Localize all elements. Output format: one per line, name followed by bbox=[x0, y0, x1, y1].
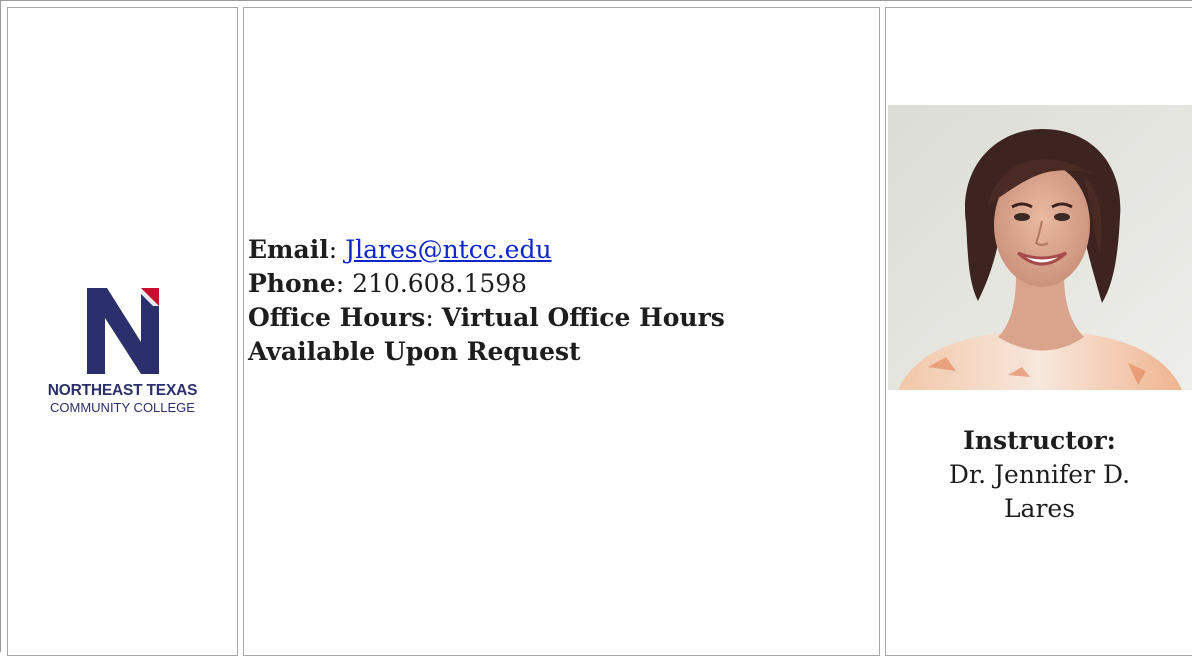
instructor-name-line2: Lares bbox=[1003, 494, 1076, 523]
portrait-image bbox=[888, 105, 1192, 390]
phone-label: Phone bbox=[248, 269, 336, 298]
instructor-name-line1: Dr. Jennifer D. bbox=[948, 460, 1131, 489]
email-link[interactable]: Jlares@ntcc.edu bbox=[345, 235, 552, 264]
logo-name-line1: NORTHEAST TEXAS bbox=[47, 382, 198, 399]
phone-value: 210.608.1598 bbox=[352, 269, 528, 298]
college-logo: NORTHEAST TEXAS COMMUNITY COLLEGE bbox=[8, 284, 237, 415]
instructor-label: Instructor: bbox=[963, 426, 1116, 455]
logo-name-line2: COMMUNITY COLLEGE bbox=[50, 400, 195, 415]
instructor-info: Instructor: Dr. Jennifer D. Lares bbox=[886, 424, 1192, 526]
instructor-photo bbox=[888, 105, 1192, 390]
header-table: NORTHEAST TEXAS COMMUNITY COLLEGE Email:… bbox=[0, 0, 1192, 656]
email-row: Email: Jlares@ntcc.edu bbox=[248, 235, 552, 264]
contact-cell: Email: Jlares@ntcc.edu Phone: 210.608.15… bbox=[243, 7, 880, 656]
phone-row: Phone: 210.608.1598 bbox=[248, 269, 528, 298]
instructor-cell: Instructor: Dr. Jennifer D. Lares bbox=[885, 7, 1192, 656]
office-hours-value: Virtual Office Hours bbox=[441, 303, 725, 332]
office-hours-row-2: Available Upon Request bbox=[248, 335, 725, 369]
contact-info: Email: Jlares@ntcc.edu Phone: 210.608.15… bbox=[248, 233, 725, 369]
logo-cell: NORTHEAST TEXAS COMMUNITY COLLEGE bbox=[7, 7, 238, 656]
email-label: Email bbox=[248, 235, 329, 264]
college-n-logo-icon bbox=[86, 288, 159, 374]
office-hours-value-2: Available Upon Request bbox=[248, 337, 581, 366]
office-hours-row: Office Hours: Virtual Office Hours bbox=[248, 303, 725, 332]
office-hours-label: Office Hours bbox=[248, 303, 426, 332]
